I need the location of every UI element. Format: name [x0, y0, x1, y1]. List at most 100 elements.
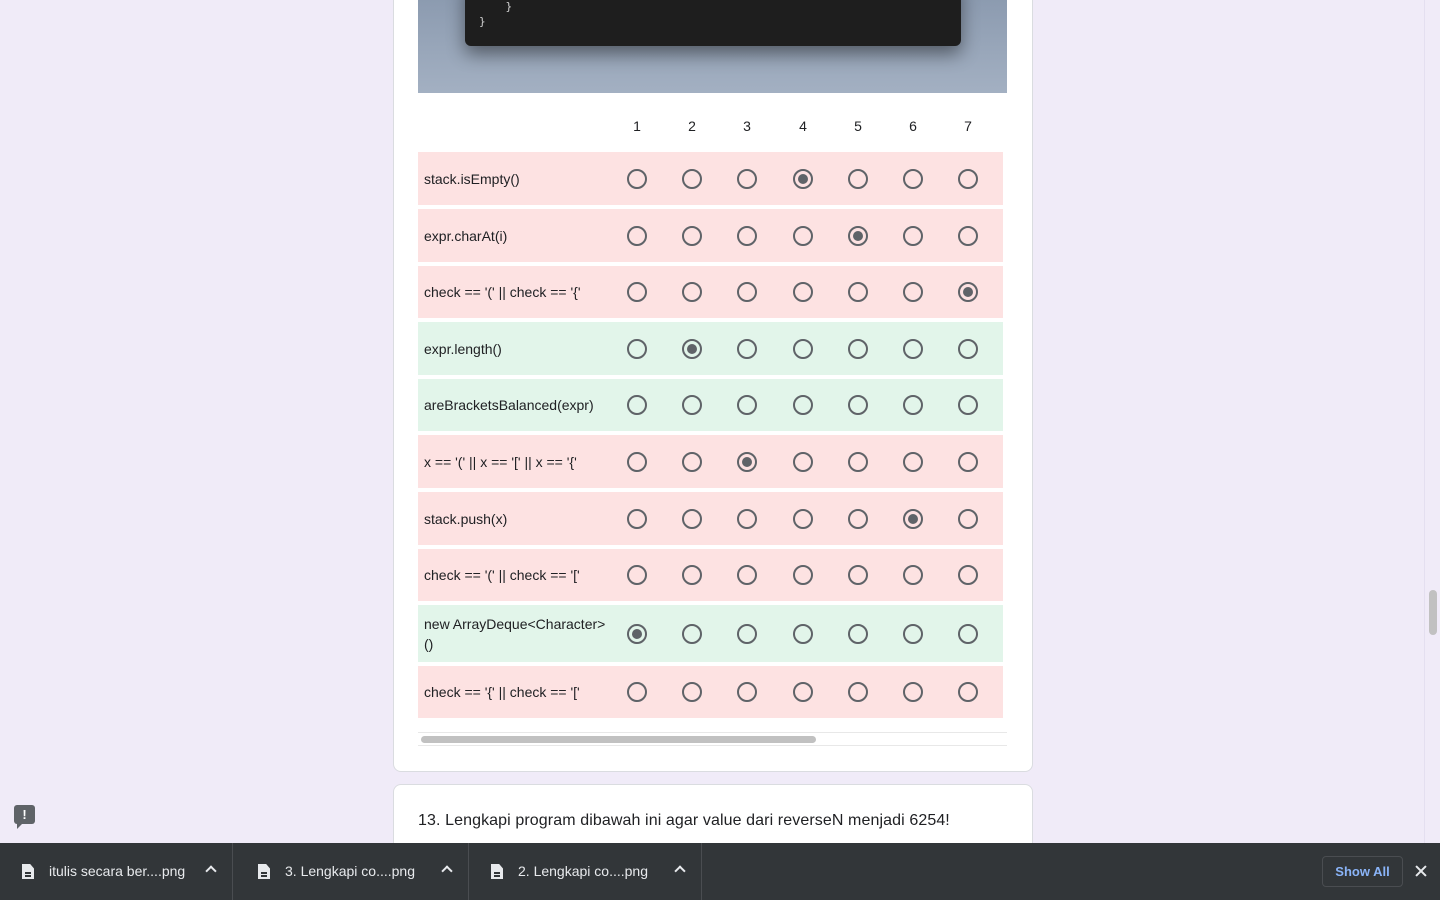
grid-row: expr.length(): [418, 322, 1003, 375]
radio-button[interactable]: [903, 168, 923, 189]
download-item[interactable]: 2. Lengkapi co....png: [469, 843, 702, 900]
file-icon: [22, 864, 34, 879]
download-file-name: 3. Lengkapi co....png: [285, 863, 415, 879]
radio-button[interactable]: [958, 508, 978, 529]
radio-button[interactable]: [958, 338, 978, 359]
radio-button[interactable]: [627, 225, 647, 246]
radio-button[interactable]: [682, 623, 702, 644]
download-item[interactable]: itulis secara ber....png: [0, 843, 233, 900]
file-icon: [491, 864, 503, 879]
radio-button[interactable]: [793, 623, 813, 644]
radio-button[interactable]: [793, 565, 813, 585]
radio-button[interactable]: [793, 168, 813, 189]
page-scrollbar-thumb[interactable]: [1429, 590, 1437, 635]
radio-button[interactable]: [682, 565, 702, 585]
radio-button[interactable]: [682, 282, 702, 302]
radio-button[interactable]: [958, 168, 978, 189]
grid-scrollbar-thumb[interactable]: [421, 736, 816, 743]
radio-button[interactable]: [903, 451, 923, 472]
radio-button[interactable]: [793, 451, 813, 472]
radio-button[interactable]: [627, 338, 647, 359]
download-file-name: 2. Lengkapi co....png: [518, 863, 648, 879]
radio-button[interactable]: [848, 623, 868, 644]
radio-button[interactable]: [848, 682, 868, 702]
radio-button[interactable]: [848, 395, 868, 415]
radio-button[interactable]: [627, 565, 647, 585]
radio-button[interactable]: [737, 168, 757, 189]
chevron-up-icon[interactable]: [441, 865, 453, 877]
radio-button[interactable]: [958, 395, 978, 415]
radio-button[interactable]: [848, 225, 868, 246]
radio-button[interactable]: [737, 338, 757, 359]
column-header-7: 7: [964, 118, 972, 134]
radio-button[interactable]: [737, 508, 757, 529]
radio-button[interactable]: [627, 282, 647, 302]
grid-row: stack.push(x): [418, 492, 1003, 545]
radio-button[interactable]: [848, 282, 868, 302]
radio-button[interactable]: [793, 225, 813, 246]
radio-button[interactable]: [848, 508, 868, 529]
radio-button[interactable]: [737, 623, 757, 644]
radio-button[interactable]: [848, 565, 868, 585]
radio-button[interactable]: [848, 168, 868, 189]
radio-button[interactable]: [903, 682, 923, 702]
download-file-name: itulis secara ber....png: [49, 863, 186, 879]
radio-button[interactable]: [793, 682, 813, 702]
grid-row: check == '(' || check == '{': [418, 266, 1003, 318]
radio-button[interactable]: [958, 682, 978, 702]
radio-button[interactable]: [793, 338, 813, 359]
radio-button[interactable]: [682, 508, 702, 529]
radio-button[interactable]: [903, 623, 923, 644]
radio-button[interactable]: [737, 451, 757, 472]
radio-button[interactable]: [682, 451, 702, 472]
chevron-up-icon[interactable]: [205, 865, 217, 877]
radio-button[interactable]: [958, 565, 978, 585]
radio-button[interactable]: [627, 508, 647, 529]
radio-button[interactable]: [903, 225, 923, 246]
radio-button[interactable]: [958, 225, 978, 246]
download-item[interactable]: 3. Lengkapi co....png: [236, 843, 469, 900]
row-label: check == '(' || check == '{': [424, 284, 581, 300]
radio-button[interactable]: [627, 682, 647, 702]
radio-button[interactable]: [682, 225, 702, 246]
column-header-2: 2: [688, 118, 696, 134]
show-all-button[interactable]: Show All: [1322, 856, 1403, 887]
radio-button[interactable]: [737, 395, 757, 415]
radio-button[interactable]: [848, 338, 868, 359]
radio-button[interactable]: [903, 282, 923, 302]
row-label: stack.isEmpty(): [424, 170, 520, 187]
radio-button[interactable]: [682, 682, 702, 702]
radio-button[interactable]: [903, 508, 923, 529]
radio-button[interactable]: [958, 451, 978, 472]
radio-button[interactable]: [737, 282, 757, 302]
radio-button[interactable]: [903, 395, 923, 415]
radio-button[interactable]: [958, 282, 978, 302]
close-icon[interactable]: [1413, 863, 1429, 879]
radio-button[interactable]: [958, 623, 978, 644]
grid-horizontal-scrollbar[interactable]: [418, 732, 1007, 746]
report-feedback-icon[interactable]: !: [14, 805, 35, 829]
radio-button[interactable]: [903, 338, 923, 359]
radio-button[interactable]: [627, 395, 647, 415]
radio-button[interactable]: [682, 338, 702, 359]
page-scrollbar[interactable]: [1424, 0, 1440, 843]
column-header-6: 6: [909, 118, 917, 134]
radio-button[interactable]: [793, 508, 813, 529]
radio-button[interactable]: [627, 623, 647, 644]
radio-button[interactable]: [682, 395, 702, 415]
chevron-up-icon[interactable]: [674, 865, 686, 877]
column-header-5: 5: [854, 118, 862, 134]
radio-button[interactable]: [627, 168, 647, 189]
radio-button[interactable]: [848, 451, 868, 472]
radio-button[interactable]: [793, 395, 813, 415]
radio-button[interactable]: [793, 282, 813, 302]
radio-button[interactable]: [903, 565, 923, 585]
radio-button[interactable]: [627, 451, 647, 472]
code-line: }: [479, 0, 513, 13]
radio-button[interactable]: [737, 682, 757, 702]
radio-button[interactable]: [737, 225, 757, 246]
code-image: } }: [418, 0, 1007, 93]
grid-row: x == '(' || x == '[' || x == '{': [418, 435, 1003, 488]
radio-button[interactable]: [682, 168, 702, 189]
radio-button[interactable]: [737, 565, 757, 585]
